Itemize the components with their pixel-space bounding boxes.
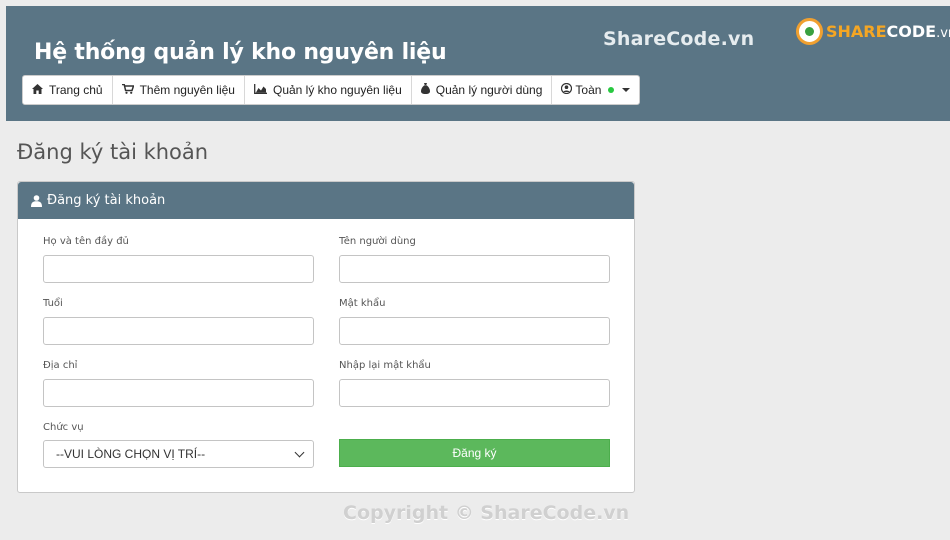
app-title: Hệ thống quản lý kho nguyên liệu: [34, 40, 447, 65]
age-label: Tuổi: [43, 298, 63, 309]
user-icon: [31, 194, 42, 207]
confirm-password-label: Nhập lại mật khẩu: [339, 360, 431, 371]
age-input[interactable]: [43, 317, 314, 345]
position-select[interactable]: --VUI LÒNG CHỌN VỊ TRÍ--: [43, 440, 314, 468]
nav-item-label: Quản lý người dùng: [435, 83, 543, 97]
app-header: Hệ thống quản lý kho nguyên liệu Trang c…: [6, 6, 950, 121]
nav-item-users[interactable]: Quản lý người dùng: [412, 76, 553, 104]
cart-icon: [121, 83, 135, 97]
username-input[interactable]: [339, 255, 610, 283]
watermark-text: ShareCode.vn: [603, 28, 755, 50]
nav-item-home[interactable]: Trang chủ: [23, 76, 113, 104]
home-icon: [32, 83, 43, 97]
registration-panel: Đăng ký tài khoản Họ và tên đầy đủ Tên n…: [17, 181, 635, 493]
fullname-input[interactable]: [43, 255, 314, 283]
logo-emblem-icon: [796, 18, 823, 45]
money-bag-icon: [420, 83, 430, 97]
main-navbar: Trang chủ Thêm nguyên liệu Quản lý kho n…: [22, 75, 641, 105]
address-input[interactable]: [43, 379, 314, 407]
copyright-watermark: Copyright © ShareCode.vn: [343, 502, 630, 524]
register-button[interactable]: Đăng ký: [339, 439, 610, 467]
nav-item-account-dropdown[interactable]: Toàn: [552, 76, 639, 104]
chevron-down-icon: [294, 447, 305, 457]
position-label: Chức vụ: [43, 422, 84, 433]
nav-item-label: Quản lý kho nguyên liệu: [272, 83, 402, 97]
nav-item-label: Thêm nguyên liệu: [139, 83, 235, 97]
panel-header: Đăng ký tài khoản: [18, 182, 634, 219]
online-status-icon: [608, 87, 615, 93]
panel-title: Đăng ký tài khoản: [47, 193, 166, 208]
nav-item-label: Trang chủ: [49, 83, 103, 97]
sharecode-logo: SHARECODE.vn: [796, 18, 950, 45]
position-selected-value: --VUI LÒNG CHỌN VỊ TRÍ--: [56, 447, 206, 461]
password-input[interactable]: [339, 317, 610, 345]
logo-text: SHARECODE.vn: [826, 22, 950, 41]
nav-item-add-material[interactable]: Thêm nguyên liệu: [113, 76, 245, 104]
page-title: Đăng ký tài khoản: [17, 140, 209, 164]
nav-item-inventory[interactable]: Quản lý kho nguyên liệu: [245, 76, 412, 104]
address-label: Địa chỉ: [43, 360, 78, 371]
chart-icon: [254, 83, 267, 97]
confirm-password-input[interactable]: [339, 379, 610, 407]
caret-down-icon: [622, 88, 631, 92]
user-circle-icon: [561, 82, 573, 97]
username-label: Tên người dùng: [339, 236, 416, 247]
fullname-label: Họ và tên đầy đủ: [43, 236, 129, 247]
password-label: Mật khẩu: [339, 298, 386, 309]
account-username: Toàn: [575, 83, 602, 97]
